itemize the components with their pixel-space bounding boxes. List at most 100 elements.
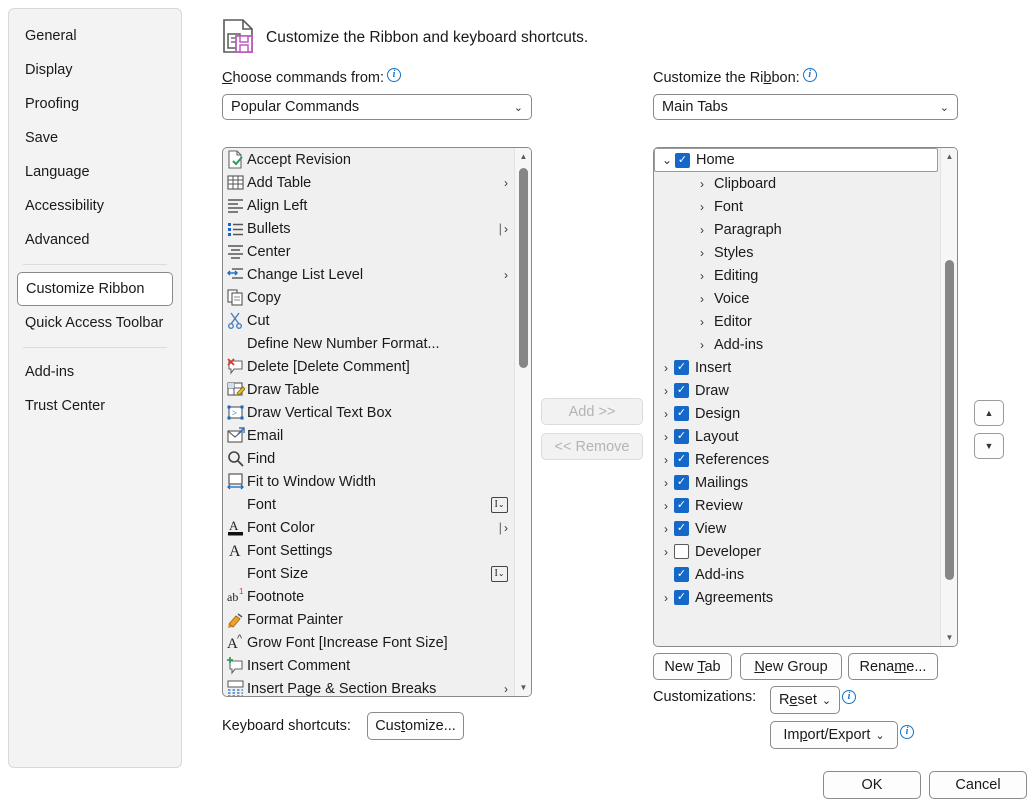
command-item[interactable]: AFont Settings [223, 539, 514, 562]
command-item[interactable]: AFont Color|› [223, 516, 514, 539]
sidebar-item-accessibility[interactable]: Accessibility [17, 189, 173, 223]
chevron-right-icon[interactable]: › [658, 361, 674, 375]
ribbon-tab-checkbox[interactable] [674, 452, 689, 467]
ribbon-tab-checkbox[interactable] [674, 475, 689, 490]
info-icon[interactable]: i [803, 68, 817, 82]
ribbon-tab-item[interactable]: ›Design [654, 402, 940, 425]
customize-ribbon-dropdown[interactable]: Main Tabs ⌄ [653, 94, 958, 120]
ribbon-group-item[interactable]: ›Styles [654, 241, 940, 264]
command-item[interactable]: >Draw Vertical Text Box [223, 401, 514, 424]
ribbon-tab-item[interactable]: ›Review [654, 494, 940, 517]
ribbon-tab-checkbox[interactable] [674, 429, 689, 444]
ribbon-tab-checkbox[interactable] [674, 521, 689, 536]
chevron-right-icon[interactable]: › [658, 407, 674, 421]
customize-keyboard-button[interactable]: Customize... [367, 712, 464, 740]
chevron-right-icon[interactable]: › [694, 200, 710, 214]
command-item[interactable]: Delete [Delete Comment] [223, 355, 514, 378]
scroll-up-icon[interactable]: ▲ [515, 148, 532, 165]
ribbon-group-item[interactable]: ›Editor [654, 310, 940, 333]
sidebar-item-advanced[interactable]: Advanced [17, 223, 173, 257]
chevron-right-icon[interactable]: › [658, 384, 674, 398]
chevron-right-icon[interactable]: › [658, 453, 674, 467]
import-export-button[interactable]: Import/Export⌄ [770, 721, 898, 749]
ribbon-tab-checkbox[interactable] [674, 406, 689, 421]
command-item[interactable]: Email [223, 424, 514, 447]
ribbon-tab-item[interactable]: ›Agreements [654, 586, 940, 609]
ribbon-tab-checkbox[interactable] [674, 567, 689, 582]
chevron-right-icon[interactable]: › [694, 292, 710, 306]
ribbon-tab-item[interactable]: ›References [654, 448, 940, 471]
command-item[interactable]: Find [223, 447, 514, 470]
ribbon-tab-item[interactable]: ›Insert [654, 356, 940, 379]
ribbon-tab-checkbox[interactable] [674, 544, 689, 559]
command-item[interactable]: Fit to Window Width [223, 470, 514, 493]
sidebar-item-customize-ribbon[interactable]: Customize Ribbon [17, 272, 173, 306]
command-item[interactable]: Draw Table [223, 378, 514, 401]
ribbon-group-item[interactable]: ›Add-ins [654, 333, 940, 356]
info-icon[interactable]: i [387, 68, 401, 82]
chevron-right-icon[interactable]: › [694, 315, 710, 329]
commands-listbox[interactable]: Accept RevisionAdd Table›Align LeftBulle… [222, 147, 532, 697]
info-icon[interactable]: i [900, 725, 914, 739]
chevron-down-icon[interactable]: ⌄ [659, 153, 675, 167]
ribbon-tree-scrollbar[interactable]: ▲ ▼ [940, 148, 957, 646]
ribbon-tab-item[interactable]: ›Draw [654, 379, 940, 402]
choose-commands-dropdown[interactable]: Popular Commands ⌄ [222, 94, 532, 120]
ribbon-group-item[interactable]: ›Paragraph [654, 218, 940, 241]
sidebar-item-add-ins[interactable]: Add-ins [17, 355, 173, 389]
ribbon-group-item[interactable]: ›Voice [654, 287, 940, 310]
sidebar-item-display[interactable]: Display [17, 53, 173, 87]
rename-button[interactable]: Rename... [848, 653, 938, 680]
sidebar-item-trust-center[interactable]: Trust Center [17, 389, 173, 423]
reset-button[interactable]: Reset⌄ [770, 686, 840, 714]
command-item[interactable]: A^Grow Font [Increase Font Size] [223, 631, 514, 654]
sidebar-item-proofing[interactable]: Proofing [17, 87, 173, 121]
info-icon[interactable]: i [842, 690, 856, 704]
move-up-button[interactable]: ▲ [974, 400, 1004, 426]
command-item[interactable]: Copy [223, 286, 514, 309]
command-item[interactable]: Font SizeI⌄ [223, 562, 514, 585]
chevron-right-icon[interactable]: › [694, 269, 710, 283]
scroll-down-icon[interactable]: ▼ [941, 629, 958, 646]
command-item[interactable]: Insert Page & Section Breaks› [223, 677, 514, 696]
new-tab-button[interactable]: New Tab [653, 653, 732, 680]
cancel-button[interactable]: Cancel [929, 771, 1027, 799]
command-item[interactable]: ab1Footnote [223, 585, 514, 608]
command-item[interactable]: Change List Level› [223, 263, 514, 286]
ribbon-tab-item[interactable]: ›Developer [654, 540, 940, 563]
ok-button[interactable]: OK [823, 771, 921, 799]
chevron-right-icon[interactable]: › [658, 430, 674, 444]
add-button[interactable]: Add >> [541, 398, 643, 425]
sidebar-item-general[interactable]: General [17, 19, 173, 53]
ribbon-tree[interactable]: ⌄Home›Clipboard›Font›Paragraph›Styles›Ed… [653, 147, 958, 647]
command-item[interactable]: Cut [223, 309, 514, 332]
chevron-right-icon[interactable]: › [658, 476, 674, 490]
command-item[interactable]: Insert Comment [223, 654, 514, 677]
remove-button[interactable]: << Remove [541, 433, 643, 460]
sidebar-item-quick-access-toolbar[interactable]: Quick Access Toolbar [17, 306, 173, 340]
chevron-right-icon[interactable]: › [694, 338, 710, 352]
ribbon-tab-item[interactable]: ›Add-ins [654, 563, 940, 586]
ribbon-tab-checkbox[interactable] [674, 383, 689, 398]
chevron-right-icon[interactable]: › [658, 591, 674, 605]
scrollbar-thumb[interactable] [519, 168, 528, 368]
sidebar-item-language[interactable]: Language [17, 155, 173, 189]
command-item[interactable]: Define New Number Format... [223, 332, 514, 355]
ribbon-tab-checkbox[interactable] [674, 498, 689, 513]
chevron-right-icon[interactable]: › [658, 499, 674, 513]
chevron-right-icon[interactable]: › [694, 223, 710, 237]
chevron-right-icon[interactable]: › [658, 522, 674, 536]
sidebar-item-save[interactable]: Save [17, 121, 173, 155]
chevron-right-icon[interactable]: › [694, 177, 710, 191]
move-down-button[interactable]: ▼ [974, 433, 1004, 459]
scroll-down-icon[interactable]: ▼ [515, 679, 532, 696]
ribbon-tab-checkbox[interactable] [674, 360, 689, 375]
ribbon-group-item[interactable]: ›Editing [654, 264, 940, 287]
command-item[interactable]: Add Table› [223, 171, 514, 194]
ribbon-tab-item[interactable]: ⌄Home [654, 148, 938, 172]
scroll-up-icon[interactable]: ▲ [941, 148, 958, 165]
ribbon-tab-item[interactable]: ›Layout [654, 425, 940, 448]
ribbon-tab-checkbox[interactable] [675, 153, 690, 168]
command-item[interactable]: Accept Revision [223, 148, 514, 171]
command-item[interactable]: FontI⌄ [223, 493, 514, 516]
